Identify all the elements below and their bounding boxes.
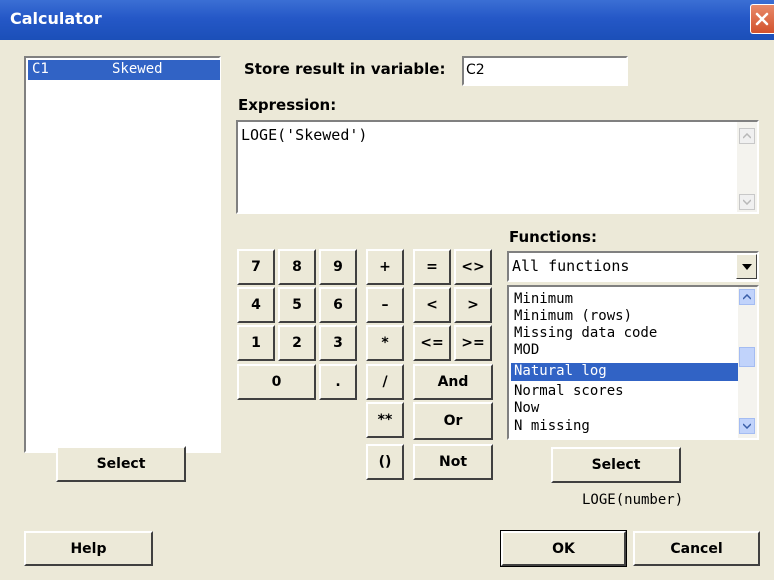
scroll-thumb[interactable]: [739, 347, 755, 367]
key-or[interactable]: Or: [413, 402, 493, 440]
expression-scrollbar[interactable]: [737, 122, 757, 212]
select-variable-button[interactable]: Select: [56, 446, 186, 482]
list-item[interactable]: Normal scores: [511, 383, 738, 401]
key-equals[interactable]: =: [413, 249, 451, 285]
key-greater-equal[interactable]: >=: [454, 325, 492, 361]
key-6[interactable]: 6: [319, 287, 357, 323]
list-item[interactable]: Missing data code: [511, 325, 738, 343]
window-title: Calculator: [10, 9, 102, 28]
key-not-equal[interactable]: <>: [454, 249, 492, 285]
list-item-selected[interactable]: Natural log: [511, 363, 738, 381]
help-button[interactable]: Help: [24, 531, 153, 566]
key-9[interactable]: 9: [319, 249, 357, 285]
list-item[interactable]: Now: [511, 400, 738, 418]
function-signature: LOGE(number): [582, 492, 684, 508]
key-7[interactable]: 7: [237, 249, 275, 285]
key-and[interactable]: And: [413, 364, 493, 400]
key-2[interactable]: 2: [278, 325, 316, 361]
ok-button[interactable]: OK: [500, 530, 627, 567]
key-not[interactable]: Not: [413, 444, 493, 480]
functions-category-dropdown[interactable]: All functions: [507, 251, 759, 282]
scroll-down-button[interactable]: [739, 418, 755, 434]
expression-value: LOGE('Skewed'): [241, 126, 368, 144]
list-item[interactable]: Minimum: [511, 291, 738, 309]
key-5[interactable]: 5: [278, 287, 316, 323]
list-item[interactable]: MOD: [511, 342, 738, 360]
chevron-down-icon: [741, 263, 752, 270]
cancel-button[interactable]: Cancel: [633, 531, 760, 566]
list-item[interactable]: Minimum (rows): [511, 308, 738, 326]
key-plus[interactable]: +: [366, 249, 404, 285]
key-minus[interactable]: –: [366, 287, 404, 323]
scroll-up-button[interactable]: [739, 289, 755, 305]
arrow-down-icon: [743, 423, 751, 429]
close-icon: [755, 12, 769, 26]
functions-list[interactable]: Minimum Minimum (rows) Missing data code…: [507, 285, 759, 440]
scroll-up-button[interactable]: [739, 128, 755, 144]
key-divide[interactable]: /: [366, 364, 404, 400]
arrow-down-icon: [743, 199, 751, 205]
store-result-input[interactable]: C2: [462, 56, 628, 86]
variables-list[interactable]: C1 Skewed: [24, 56, 221, 453]
key-parentheses[interactable]: (): [366, 444, 404, 480]
functions-label: Functions:: [509, 228, 597, 246]
close-button[interactable]: [750, 4, 774, 34]
key-0[interactable]: 0: [237, 364, 316, 400]
calculator-dialog: Calculator C1 Skewed Store result in var…: [0, 0, 774, 580]
key-1[interactable]: 1: [237, 325, 275, 361]
variable-id: C1: [32, 61, 49, 77]
key-greater-than[interactable]: >: [454, 287, 492, 323]
key-power[interactable]: **: [366, 402, 404, 438]
list-item[interactable]: N missing: [511, 418, 738, 436]
key-less-than[interactable]: <: [413, 287, 451, 323]
functions-category-value: All functions: [512, 257, 630, 275]
key-decimal[interactable]: .: [319, 364, 357, 400]
key-3[interactable]: 3: [319, 325, 357, 361]
expression-input[interactable]: LOGE('Skewed'): [236, 120, 759, 214]
arrow-up-icon: [743, 294, 751, 300]
store-result-label: Store result in variable:: [244, 60, 446, 78]
arrow-up-icon: [743, 133, 751, 139]
dropdown-button[interactable]: [736, 254, 757, 279]
store-result-value: C2: [466, 62, 485, 78]
list-item[interactable]: C1 Skewed: [28, 60, 220, 80]
functions-scrollbar[interactable]: [738, 287, 757, 438]
title-bar[interactable]: Calculator: [0, 0, 774, 40]
select-function-button[interactable]: Select: [551, 447, 681, 483]
key-8[interactable]: 8: [278, 249, 316, 285]
variable-name: Skewed: [112, 61, 163, 77]
key-4[interactable]: 4: [237, 287, 275, 323]
key-multiply[interactable]: *: [366, 325, 404, 361]
scroll-down-button[interactable]: [739, 194, 755, 210]
expression-label: Expression:: [238, 96, 337, 114]
key-less-equal[interactable]: <=: [413, 325, 451, 361]
